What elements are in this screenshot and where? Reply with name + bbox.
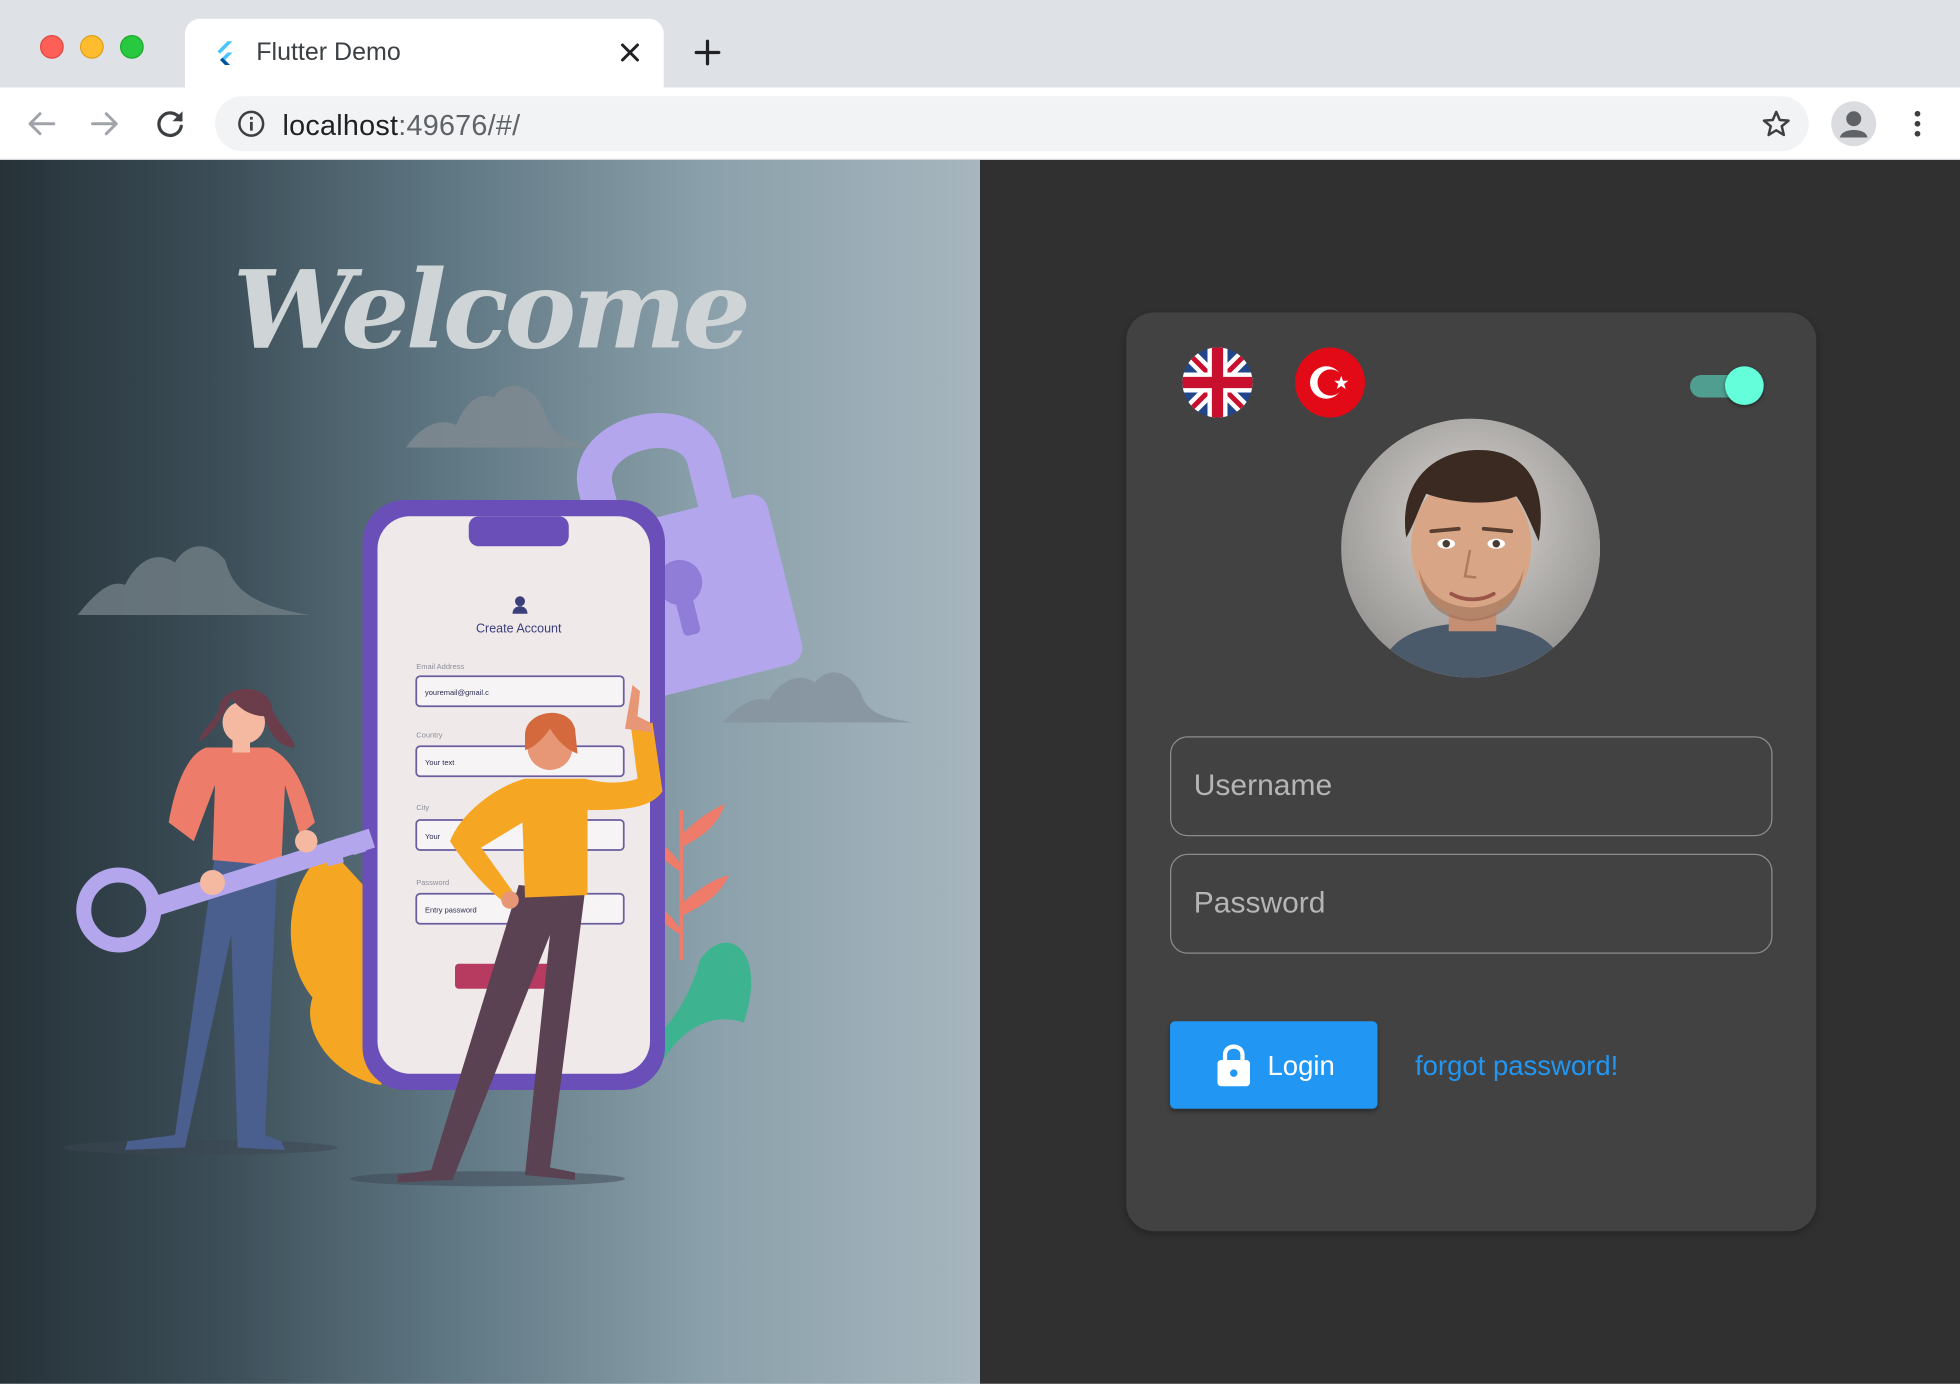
password-field[interactable] <box>1170 853 1773 954</box>
profile-avatar-icon[interactable] <box>1831 101 1877 147</box>
login-button-label: Login <box>1267 1050 1335 1082</box>
login-button[interactable]: Login <box>1170 1021 1378 1109</box>
signup-illustration: Create Account Email Address youremail@g… <box>62 385 913 1187</box>
illus-city-value: Your <box>425 832 441 841</box>
lock-icon <box>1217 1044 1250 1087</box>
illus-country-value: Your text <box>425 758 455 767</box>
window-minimize-button[interactable] <box>80 35 104 59</box>
new-tab-icon[interactable] <box>691 36 724 69</box>
password-input[interactable] <box>1171 855 1772 953</box>
login-panel: Login forgot password! <box>980 160 1960 1384</box>
forgot-password-link[interactable]: forgot password! <box>1415 1050 1618 1083</box>
illus-password-value: Entry password <box>425 906 477 915</box>
flutter-logo-icon <box>217 41 233 65</box>
user-avatar <box>1341 418 1600 678</box>
url-host: localhost <box>282 108 399 142</box>
theme-toggle-switch[interactable] <box>1688 365 1764 405</box>
plant-leaf-icon <box>656 942 752 1073</box>
window-close-button[interactable] <box>40 35 64 59</box>
back-arrow-icon[interactable] <box>23 105 61 143</box>
site-info-icon[interactable] <box>238 110 266 138</box>
illus-email-value: youremail@gmail.c <box>425 688 489 697</box>
login-card: Login forgot password! <box>1126 312 1817 1232</box>
app-stage: Welcome Create Account Email Address you… <box>0 160 1960 1384</box>
illus-email-label: Email Address <box>416 662 464 671</box>
cloud-icon <box>77 546 310 615</box>
bookmark-star-icon[interactable] <box>1761 109 1791 139</box>
illus-city-label: City <box>416 803 429 812</box>
browser-menu-icon[interactable] <box>1903 105 1933 143</box>
illus-country-label: Country <box>416 731 443 740</box>
page-viewport: Welcome Create Account Email Address you… <box>0 160 1960 1384</box>
close-tab-icon[interactable] <box>616 39 644 67</box>
tab-strip: Flutter Demo <box>0 0 1960 89</box>
cloud-icon <box>722 672 913 723</box>
username-field[interactable] <box>1170 736 1773 837</box>
turkey-flag-icon[interactable] <box>1295 347 1365 418</box>
tab-title: Flutter Demo <box>256 38 401 67</box>
browser-chrome: Flutter Demo localhost:49676/#/ <box>0 0 1960 160</box>
illus-password-label: Password <box>416 878 449 887</box>
forward-arrow-icon[interactable] <box>86 105 124 143</box>
browser-tab[interactable]: Flutter Demo <box>185 18 664 89</box>
uk-flag-icon[interactable] <box>1182 347 1253 418</box>
username-input[interactable] <box>1171 737 1772 835</box>
url-text: localhost:49676/#/ <box>283 109 521 143</box>
toggle-thumb <box>1725 366 1764 405</box>
address-bar[interactable]: localhost:49676/#/ <box>215 96 1809 152</box>
welcome-panel: Welcome Create Account Email Address you… <box>0 160 980 1384</box>
url-path: :49676/#/ <box>398 108 521 142</box>
browser-toolbar: localhost:49676/#/ <box>0 87 1960 160</box>
window-maximize-button[interactable] <box>120 35 144 59</box>
cloud-icon <box>406 385 600 448</box>
reload-icon[interactable] <box>151 105 189 143</box>
illus-form-title: Create Account <box>476 622 562 636</box>
